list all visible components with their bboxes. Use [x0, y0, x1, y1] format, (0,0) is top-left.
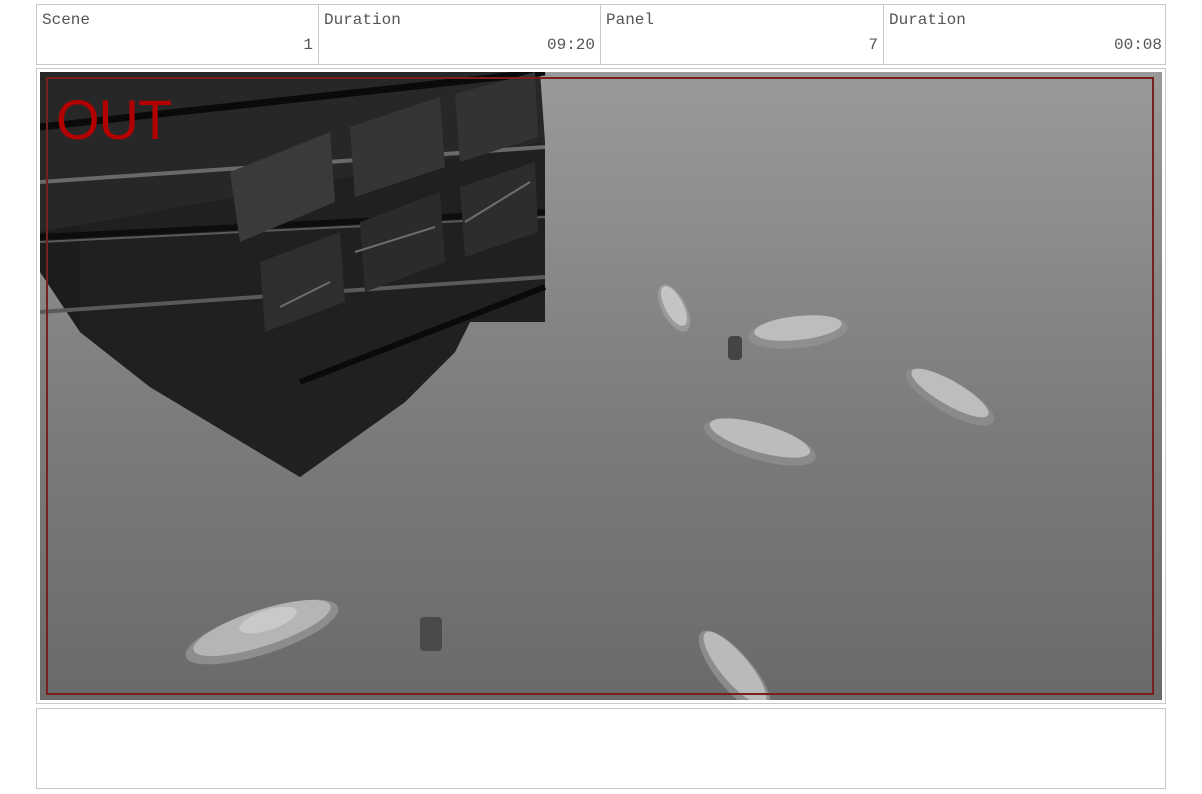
panel-info-header: Scene 1 Duration 09:20 Panel 7 Duration … [36, 4, 1166, 65]
panel-duration-cell: Duration 00:08 [884, 5, 1167, 64]
car-model-4 [704, 418, 816, 466]
car-model-3 [748, 315, 848, 349]
car-model-1 [185, 599, 339, 665]
panel-cell: Panel 7 [601, 5, 884, 64]
barrel-prop-1 [728, 336, 742, 360]
panel-duration-label: Duration [889, 11, 966, 29]
panel-duration-value: 00:08 [1113, 36, 1162, 54]
car-model-2 [657, 284, 691, 332]
panel-label: Panel [606, 11, 655, 29]
scene-label: Scene [42, 11, 91, 29]
panel-viewport[interactable]: OUT [36, 68, 1166, 704]
panel-number: 7 [868, 36, 878, 54]
out-label: OUT [56, 88, 172, 151]
notes-box[interactable] [36, 708, 1166, 789]
scene-illustration [40, 72, 995, 700]
scene-duration-value: 09:20 [546, 36, 595, 54]
scene-cell: Scene 1 [37, 5, 319, 64]
barrel-prop-2 [420, 617, 442, 651]
scene-render: OUT [40, 72, 1162, 700]
scene-number: 1 [303, 36, 313, 54]
scene-duration-cell: Duration 09:20 [319, 5, 601, 64]
car-model-6 [698, 630, 772, 700]
car-model-5 [905, 368, 995, 426]
scene-duration-label: Duration [324, 11, 401, 29]
